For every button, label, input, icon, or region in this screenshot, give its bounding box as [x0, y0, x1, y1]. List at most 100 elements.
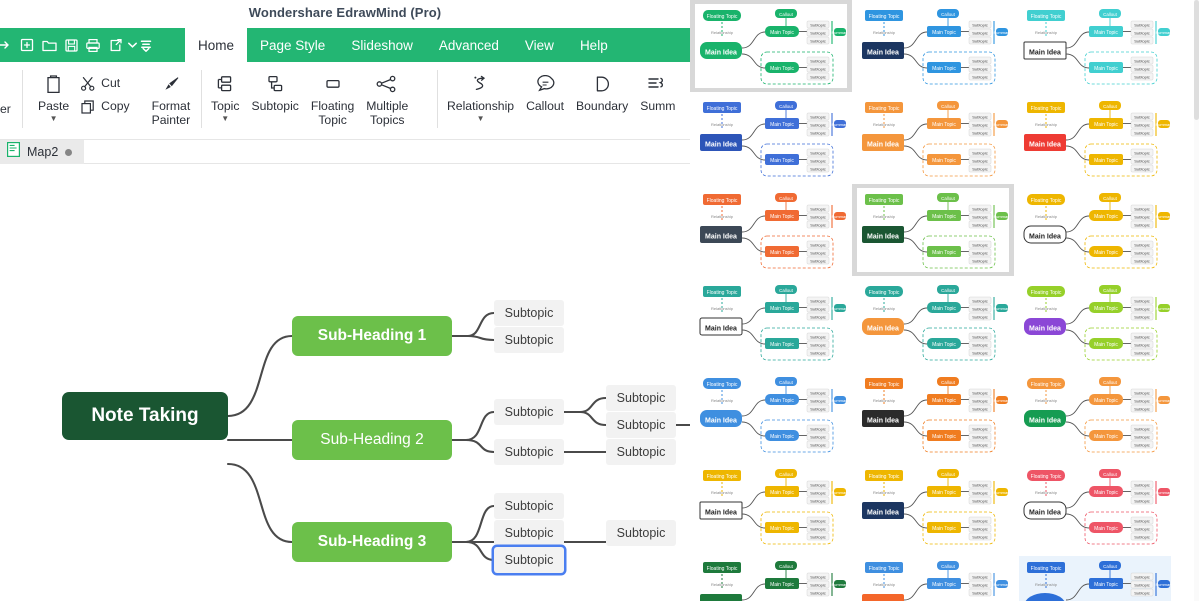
open-folder-icon[interactable] [38, 28, 60, 62]
paste-button[interactable]: Paste ▼ [32, 62, 75, 123]
callout-button[interactable]: Callout [520, 62, 570, 114]
format-painter-button[interactable]: Format Painter [146, 62, 197, 127]
template-thumbnail-3[interactable]: Floating Topic Relationship Main Idea Main … [1014, 0, 1176, 92]
template-thumbnail-21[interactable]: Floating TopicRelationshipMain IdeaMain … [1014, 552, 1176, 601]
mindmap-subtopic-2-2-1[interactable]: Subtopic [606, 439, 676, 465]
svg-text:Main Topic: Main Topic [770, 66, 794, 72]
paste-dropdown-caret[interactable]: ▼ [50, 114, 58, 123]
svg-text:Subtopic: Subtopic [972, 574, 988, 579]
ribbon-tab-page-style[interactable]: Page Style [247, 28, 338, 62]
svg-text:Subtopic: Subtopic [972, 434, 988, 439]
template-thumbnail-6[interactable]: Floating Topic Relationship Main Idea Main … [1014, 92, 1176, 184]
svg-text:Subtopic: Subtopic [810, 222, 826, 227]
template-thumbnail-18[interactable]: Floating Topic Relationship Main Idea Main … [1014, 460, 1176, 552]
boundary-button[interactable]: Boundary [570, 62, 634, 114]
template-thumbnail-15[interactable]: Floating Topic Relationship Main Idea Main … [1014, 368, 1176, 460]
svg-text:Subtopic: Subtopic [1134, 66, 1150, 71]
template-thumbnail-12[interactable]: Floating Topic Relationship Main Idea Main … [1014, 276, 1176, 368]
svg-text:Callout: Callout [779, 472, 793, 477]
paste-label: Paste [38, 99, 70, 113]
svg-text:Subtopic: Subtopic [1134, 314, 1150, 319]
template-thumbnail-5[interactable]: Floating Topic Relationship Main Idea Main … [852, 92, 1014, 184]
export-icon[interactable] [104, 28, 126, 62]
svg-text:Subtopic: Subtopic [1134, 166, 1150, 171]
ribbon-tab-slideshow[interactable]: Slideshow [338, 28, 426, 62]
template-thumbnail-20[interactable]: Floating TopicRelationshipMain IdeaMain … [852, 552, 1014, 601]
template-thumbnail-9[interactable]: Floating Topic Relationship Main Idea Main … [1014, 184, 1176, 276]
mindmap-canvas[interactable]: Note Taking Sub-Heading 1 Subtopic Subto… [0, 164, 690, 601]
svg-text:Summary: Summary [1155, 306, 1171, 311]
svg-text:Subtopic: Subtopic [1134, 158, 1150, 163]
template-gallery-panel[interactable]: Floating Topic Relationship Main Idea Main … [690, 0, 1199, 601]
boundary-label: Boundary [576, 99, 629, 113]
export-dropdown-caret[interactable] [126, 28, 138, 62]
mindmap-subtopic-2-1-1[interactable]: Subtopic [606, 385, 676, 411]
topic-dropdown-caret[interactable]: ▼ [221, 114, 229, 123]
copy-button[interactable]: Copy [78, 98, 130, 116]
document-tab-map2[interactable]: Map2 [0, 140, 85, 164]
mindmap-branch-node-2[interactable]: Sub-Heading 2 [292, 420, 452, 460]
multiple-topics-button[interactable]: Multiple Topics [360, 62, 414, 127]
mindmap-subtopic-2-1-2[interactable]: Subtopic [606, 412, 676, 438]
template-preview: Floating Topic Relationship Main Idea Main … [695, 280, 847, 364]
svg-text:Callout: Callout [941, 288, 955, 293]
svg-text:Main Topic: Main Topic [1094, 158, 1118, 164]
svg-text:Callout: Callout [941, 104, 955, 109]
relationship-dropdown-caret[interactable]: ▼ [477, 114, 485, 123]
subtopic-label: Subtopic [504, 306, 554, 320]
svg-text:Subtopic: Subtopic [1134, 150, 1150, 155]
template-preview: Floating Topic Relationship Main Idea Main … [695, 372, 847, 456]
template-thumbnail-13[interactable]: Floating Topic Relationship Main Idea Main … [690, 368, 852, 460]
mindmap-subtopic-3-2-1[interactable]: Subtopic [606, 520, 676, 546]
svg-text:Subtopic: Subtopic [972, 214, 988, 219]
gallery-scrollbar[interactable] [1194, 0, 1199, 601]
summary-button[interactable]: Summ [634, 62, 681, 114]
template-thumbnail-10[interactable]: Floating Topic Relationship Main Idea Main … [690, 276, 852, 368]
template-thumbnail-19[interactable]: Floating TopicRelationshipMain IdeaMain … [690, 552, 852, 601]
template-thumbnail-14[interactable]: Floating Topic Relationship Main Idea Main … [852, 368, 1014, 460]
save-icon[interactable] [60, 28, 82, 62]
svg-text:Subtopic: Subtopic [972, 490, 988, 495]
cut-button[interactable]: Cut [78, 75, 129, 93]
ribbon-tab-advanced[interactable]: Advanced [426, 28, 512, 62]
template-thumbnail-4[interactable]: Floating Topic Relationship Main Idea Main … [690, 92, 852, 184]
template-thumbnail-11[interactable]: Floating Topic Relationship Main Idea Main … [852, 276, 1014, 368]
ribbon-tab-help[interactable]: Help [567, 28, 621, 62]
mindmap-subtopic-3-3-selected[interactable]: Subtopic [494, 547, 564, 573]
customize-qat-icon[interactable] [138, 28, 154, 62]
template-thumbnail-1[interactable]: Floating Topic Relationship Main Idea Main … [690, 0, 852, 92]
mindmap-subtopic-1-1[interactable]: Subtopic [494, 300, 564, 326]
svg-text:Main Topic: Main Topic [1094, 306, 1118, 312]
relationship-button[interactable]: Relationship ▼ [441, 62, 520, 123]
mindmap-root-node[interactable]: Note Taking [62, 392, 228, 440]
svg-text:Subtopic: Subtopic [810, 334, 826, 339]
undo-arrow-icon[interactable] [0, 28, 16, 62]
template-thumbnail-8[interactable]: Floating Topic Relationship Main Idea Main … [852, 184, 1014, 276]
mindmap-subtopic-2-1[interactable]: Subtopic [494, 399, 564, 425]
mindmap-subtopic-2-2[interactable]: Subtopic [494, 439, 564, 465]
svg-text:Subtopic: Subtopic [810, 250, 826, 255]
ribbon-divider-3 [437, 70, 438, 128]
ribbon-tab-view[interactable]: View [512, 28, 567, 62]
template-thumbnail-17[interactable]: Floating Topic Relationship Main Idea Main … [852, 460, 1014, 552]
mindmap-branch-node-3[interactable]: Sub-Heading 3 [292, 522, 452, 562]
subtopic-button[interactable]: Subtopic [245, 62, 304, 114]
ribbon-tab-home[interactable]: Home [185, 28, 248, 62]
template-thumbnail-2[interactable]: Floating Topic Relationship Main Idea Main … [852, 0, 1014, 92]
mindmap-subtopic-1-2[interactable]: Subtopic [494, 327, 564, 353]
floating-topic-button[interactable]: Floating Topic [305, 62, 360, 127]
new-file-icon[interactable] [16, 28, 38, 62]
topic-button[interactable]: Topic ▼ [205, 62, 245, 123]
svg-text:Callout: Callout [941, 564, 955, 569]
mindmap-subtopic-3-1[interactable]: Subtopic [494, 493, 564, 519]
template-thumbnail-7[interactable]: Floating Topic Relationship Main Idea Main … [690, 184, 852, 276]
mindmap-subtopic-3-2[interactable]: Subtopic [494, 520, 564, 546]
gallery-scrollbar-thumb[interactable] [1194, 0, 1199, 120]
svg-text:Floating Topic: Floating Topic [869, 382, 900, 388]
svg-text:Callout: Callout [941, 472, 955, 477]
print-icon[interactable] [82, 28, 104, 62]
mindmap-branch-node-1[interactable]: Sub-Heading 1 [292, 316, 452, 356]
svg-text:Main Topic: Main Topic [1094, 122, 1118, 128]
svg-text:Main Topic: Main Topic [1094, 250, 1118, 256]
template-thumbnail-16[interactable]: Floating Topic Relationship Main Idea Main … [690, 460, 852, 552]
